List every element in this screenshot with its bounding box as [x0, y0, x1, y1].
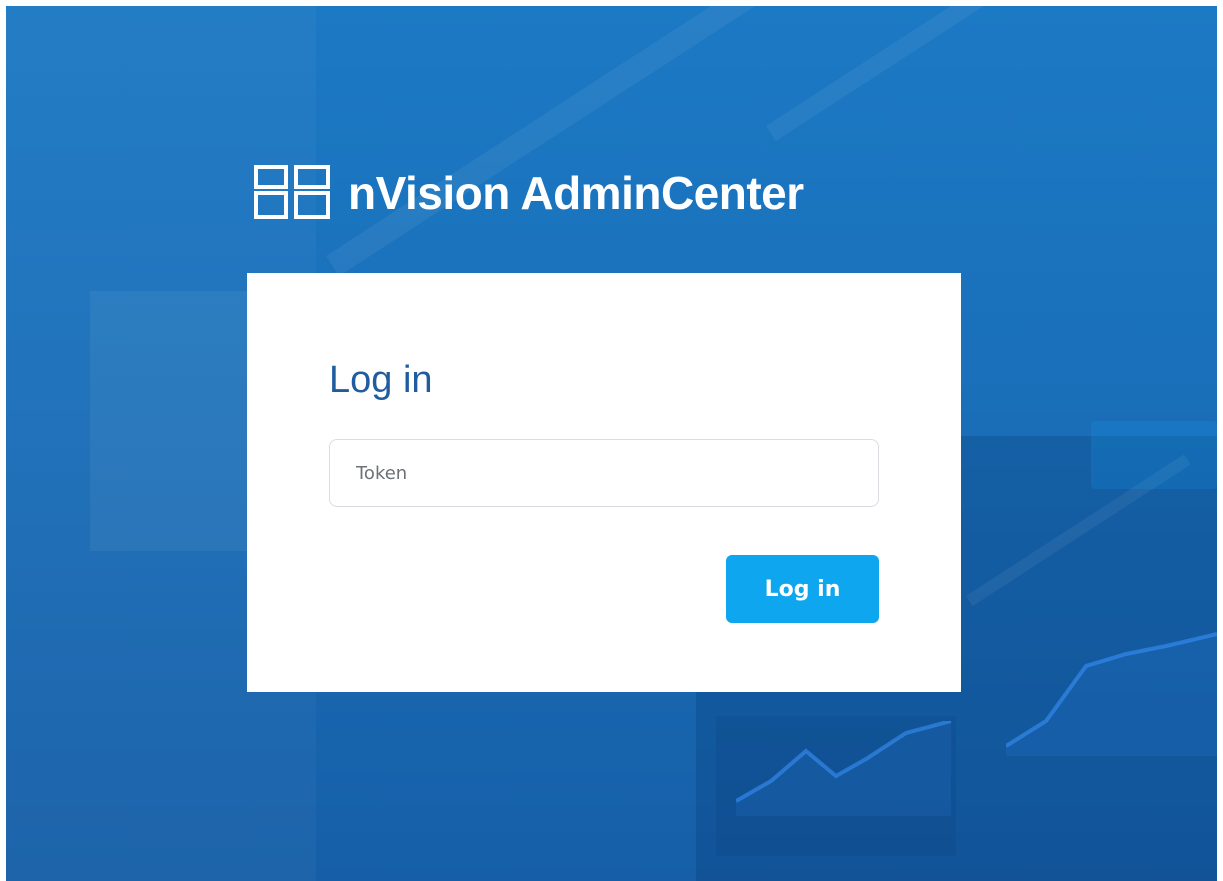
login-page: nVision AdminCenter Log in Log in: [6, 6, 1217, 881]
dashboard-layout-icon: [254, 165, 330, 219]
login-button[interactable]: Log in: [726, 555, 879, 623]
token-input[interactable]: [329, 439, 879, 507]
login-heading: Log in: [329, 359, 433, 401]
app-title: nVision AdminCenter: [348, 167, 804, 219]
login-card: Log in Log in: [247, 273, 961, 692]
brand-header: nVision AdminCenter: [254, 158, 804, 228]
